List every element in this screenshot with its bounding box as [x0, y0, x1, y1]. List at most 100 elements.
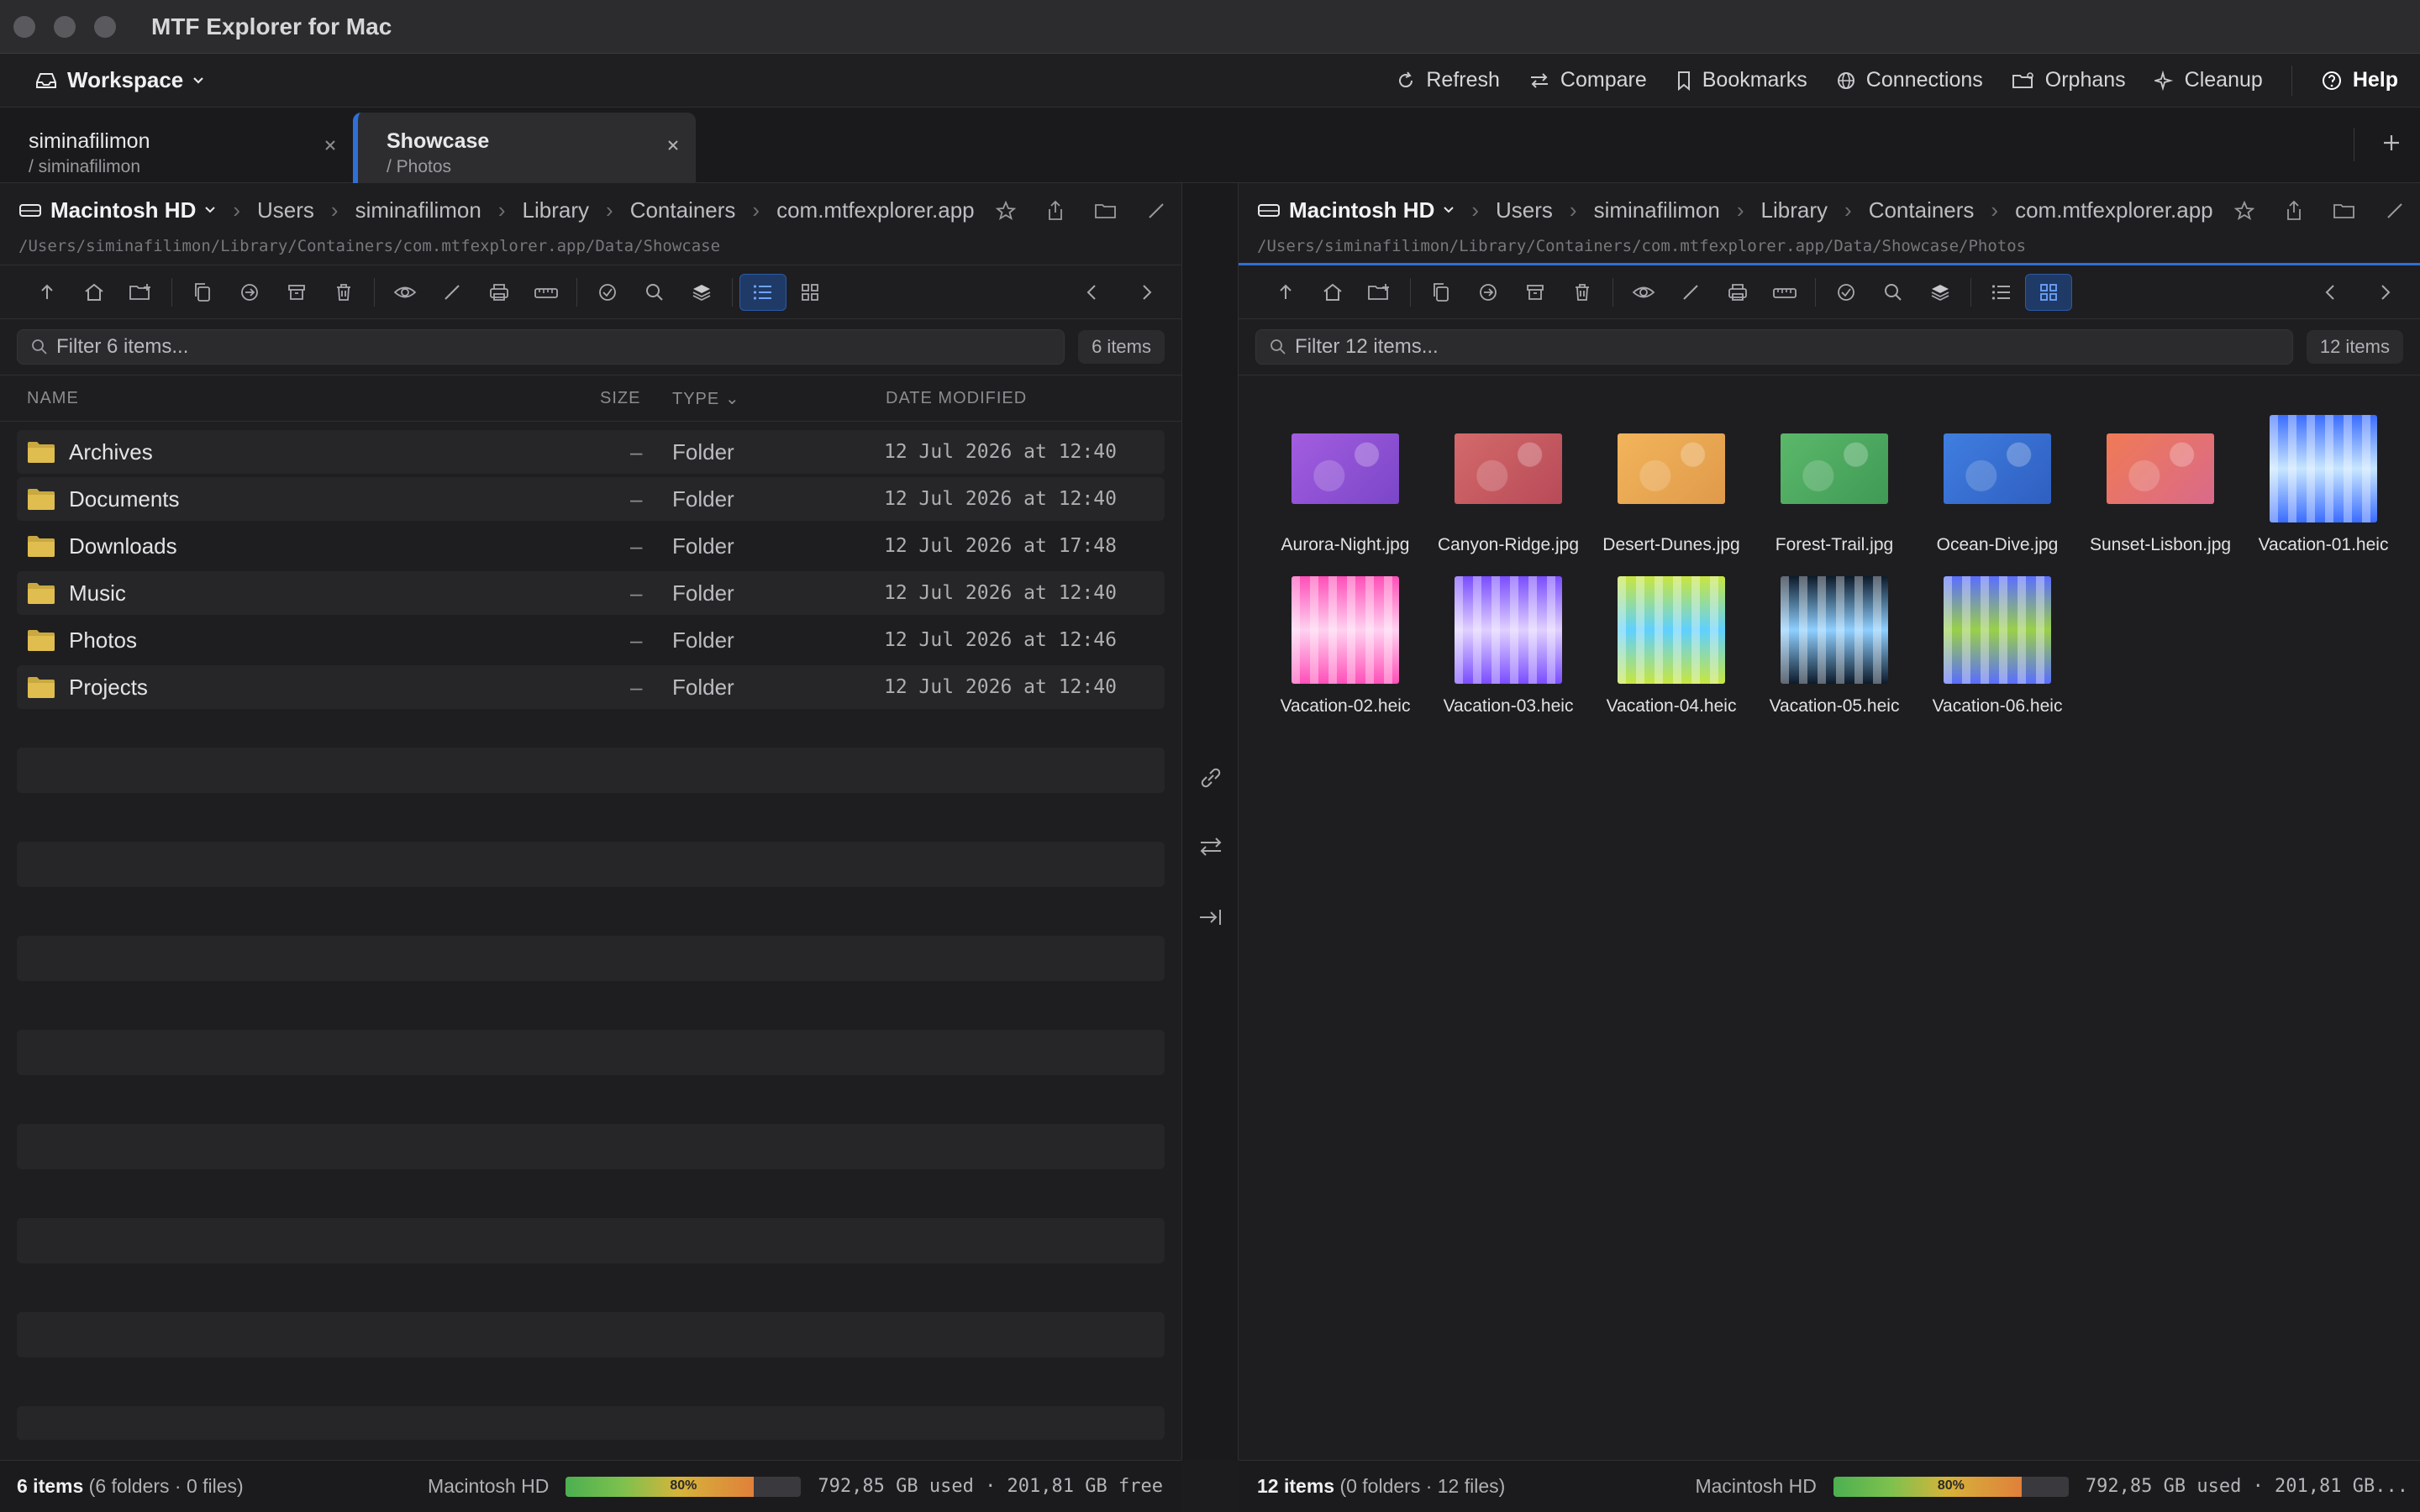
breadcrumb-item[interactable]: com.mtfexplorer.app — [2015, 197, 2213, 223]
grid-item[interactable]: Aurora-Night.jpg — [1264, 415, 1427, 556]
grid-item[interactable]: Vacation-05.heic — [1753, 576, 1916, 717]
connections-button[interactable]: Connections — [1836, 68, 1983, 92]
disk-selector[interactable]: Macintosh HD — [1257, 197, 1455, 223]
copy-icon[interactable] — [1418, 274, 1465, 311]
help-button[interactable]: Help — [2321, 68, 2398, 92]
filter-input[interactable]: Filter 12 items... — [1255, 329, 2293, 365]
grid-item[interactable]: Sunset-Lisbon.jpg — [2079, 415, 2242, 556]
home-icon[interactable] — [1309, 274, 1356, 311]
swap-icon[interactable] — [1197, 833, 1224, 860]
breadcrumb-item[interactable]: siminafilimon — [1594, 197, 1720, 223]
back-chevron-icon[interactable] — [2307, 274, 2354, 311]
tab-subtitle: / siminafilimon — [29, 157, 141, 176]
workspace-menu-button[interactable]: Workspace — [34, 67, 205, 93]
table-row[interactable]: Projects – Folder 12 Jul 2026 at 12:40 — [17, 665, 1165, 709]
breadcrumb-item[interactable]: com.mtfexplorer.app — [776, 197, 975, 223]
search-icon[interactable] — [1870, 274, 1917, 311]
pencil-icon[interactable] — [1146, 200, 1166, 222]
filter-input[interactable]: Filter 6 items... — [17, 329, 1065, 365]
zoom-window-button[interactable] — [94, 15, 116, 38]
list-view-icon[interactable] — [739, 273, 786, 311]
search-icon[interactable] — [631, 274, 678, 311]
share-icon[interactable] — [1045, 200, 1065, 222]
cleanup-button[interactable]: Cleanup — [2154, 68, 2263, 92]
breadcrumb-item[interactable]: Containers — [630, 197, 736, 223]
forward-chevron-icon[interactable] — [1123, 274, 1170, 311]
print-icon[interactable] — [476, 274, 523, 311]
breadcrumb-item[interactable]: Containers — [1869, 197, 1975, 223]
move-icon[interactable] — [226, 274, 273, 311]
pencil-icon[interactable] — [2385, 200, 2405, 222]
forward-chevron-icon[interactable] — [2361, 274, 2408, 311]
breadcrumb-item[interactable]: Users — [257, 197, 314, 223]
grid-item[interactable]: Vacation-03.heic — [1427, 576, 1590, 717]
grid-item[interactable]: Forest-Trail.jpg — [1753, 415, 1916, 556]
breadcrumb-item[interactable]: Library — [523, 197, 589, 223]
breadcrumb-item[interactable]: Users — [1496, 197, 1553, 223]
disk-selector[interactable]: Macintosh HD — [18, 197, 216, 223]
column-type[interactable]: TYPE ⌄ — [672, 388, 740, 409]
table-row[interactable]: Downloads – Folder 12 Jul 2026 at 17:48 — [17, 524, 1165, 568]
trash-icon[interactable] — [1559, 274, 1606, 311]
tab-siminafilimon[interactable]: siminafilimon / siminafilimon — [0, 113, 353, 183]
copy-icon[interactable] — [179, 274, 226, 311]
table-row[interactable]: Photos – Folder 12 Jul 2026 at 12:46 — [17, 618, 1165, 662]
close-icon[interactable] — [323, 138, 338, 153]
compare-button[interactable]: Compare — [1528, 68, 1647, 92]
grid-item[interactable]: Vacation-02.heic — [1264, 576, 1427, 717]
refresh-button[interactable]: Refresh — [1396, 68, 1500, 92]
layers-icon[interactable] — [678, 274, 725, 311]
print-icon[interactable] — [1714, 274, 1761, 311]
grid-item[interactable]: Desert-Dunes.jpg — [1590, 415, 1753, 556]
back-chevron-icon[interactable] — [1069, 274, 1116, 311]
archive-icon[interactable] — [273, 274, 320, 311]
up-arrow-icon[interactable] — [24, 274, 71, 311]
breadcrumb-item[interactable]: Library — [1761, 197, 1828, 223]
ruler-icon[interactable] — [523, 274, 570, 311]
checkmark-circle-icon[interactable] — [1823, 274, 1870, 311]
star-icon[interactable] — [995, 200, 1017, 222]
grid-view-icon[interactable] — [786, 274, 834, 311]
column-name[interactable]: NAME — [27, 389, 79, 408]
tab-showcase[interactable]: Showcase / Photos — [353, 113, 696, 183]
eye-icon[interactable] — [1620, 274, 1667, 311]
up-arrow-icon[interactable] — [1262, 274, 1309, 311]
grid-item[interactable]: Vacation-01.heic — [2242, 415, 2405, 556]
archive-icon[interactable] — [1512, 274, 1559, 311]
close-window-button[interactable] — [13, 15, 35, 38]
home-icon[interactable] — [71, 274, 118, 311]
new-tab-plus-icon[interactable] — [2380, 131, 2403, 155]
new-folder-icon[interactable] — [118, 274, 165, 311]
ruler-icon[interactable] — [1761, 274, 1808, 311]
star-icon[interactable] — [2233, 200, 2255, 222]
column-size[interactable]: SIZE — [600, 389, 640, 408]
grid-item[interactable]: Ocean-Dive.jpg — [1916, 415, 2079, 556]
share-icon[interactable] — [2284, 200, 2304, 222]
move-icon[interactable] — [1465, 274, 1512, 311]
close-icon[interactable] — [666, 138, 681, 153]
table-row[interactable]: Documents – Folder 12 Jul 2026 at 12:40 — [17, 477, 1165, 521]
link-icon[interactable] — [1197, 764, 1224, 791]
layers-icon[interactable] — [1917, 274, 1964, 311]
table-row[interactable]: Archives – Folder 12 Jul 2026 at 12:40 — [17, 430, 1165, 474]
table-row[interactable]: Music – Folder 12 Jul 2026 at 12:40 — [17, 571, 1165, 615]
grid-view-icon[interactable] — [2025, 273, 2072, 311]
orphans-button[interactable]: Orphans — [2012, 68, 2126, 92]
rename-pencil-icon[interactable] — [1667, 274, 1714, 311]
minimize-window-button[interactable] — [54, 15, 76, 38]
grid-item[interactable]: Canyon-Ridge.jpg — [1427, 415, 1590, 556]
move-to-right-icon[interactable] — [1197, 904, 1224, 931]
eye-icon[interactable] — [381, 274, 429, 311]
grid-item[interactable]: Vacation-04.heic — [1590, 576, 1753, 717]
list-view-icon[interactable] — [1978, 274, 2025, 311]
grid-item[interactable]: Vacation-06.heic — [1916, 576, 2079, 717]
bookmarks-button[interactable]: Bookmarks — [1676, 68, 1807, 92]
rename-pencil-icon[interactable] — [429, 274, 476, 311]
new-folder-icon[interactable] — [1356, 274, 1403, 311]
column-date[interactable]: DATE MODIFIED — [886, 389, 1027, 408]
checkmark-circle-icon[interactable] — [584, 274, 631, 311]
folder-icon[interactable] — [1094, 200, 1118, 222]
trash-icon[interactable] — [320, 274, 367, 311]
breadcrumb-item[interactable]: siminafilimon — [355, 197, 481, 223]
folder-icon[interactable] — [2333, 200, 2356, 222]
